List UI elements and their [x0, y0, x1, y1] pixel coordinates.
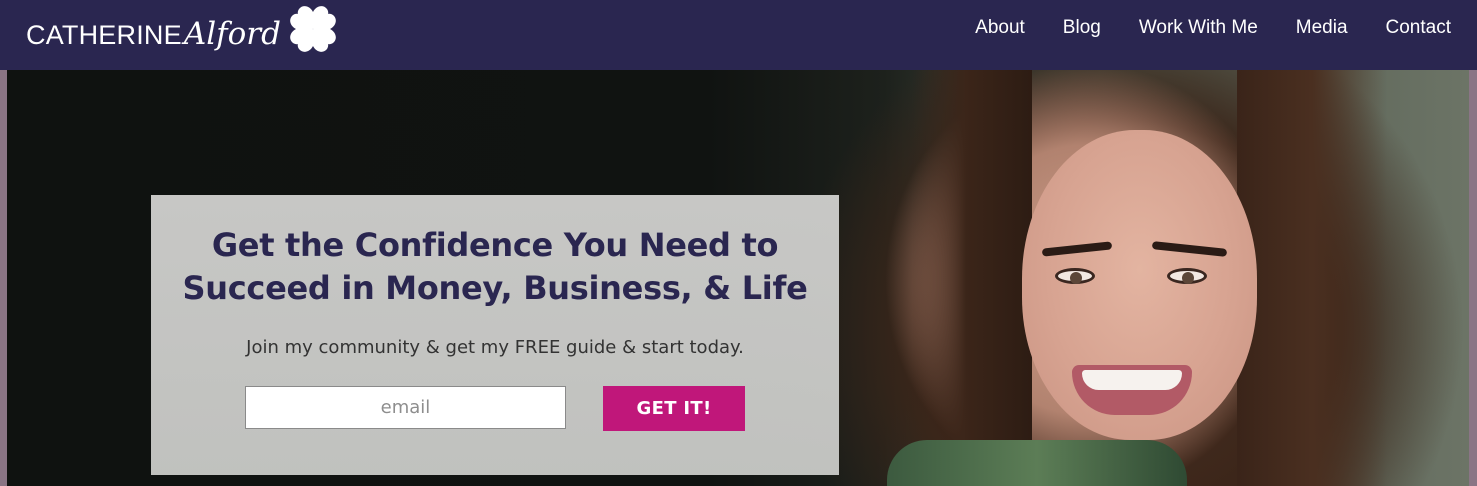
hero-photo-eye-left [1055, 268, 1095, 284]
nav-media[interactable]: Media [1296, 17, 1348, 39]
logo-last-name: Alford [183, 16, 281, 52]
hero-headline: Get the Confidence You Need to Succeed i… [151, 224, 839, 310]
hero-subtext: Join my community & get my FREE guide & … [246, 337, 744, 358]
site-header: CATHERINE Alford About Blog Work With Me… [0, 0, 1477, 70]
hero-photo-hair-left [912, 70, 1032, 486]
hero-photo-teeth [1082, 370, 1182, 390]
clover-hearts-icon [290, 6, 336, 52]
main-nav: About Blog Work With Me Media Contact [937, 0, 1451, 56]
site-logo[interactable]: CATHERINE Alford [26, 0, 337, 70]
email-input[interactable] [245, 386, 566, 429]
nav-contact[interactable]: Contact [1386, 17, 1451, 39]
logo-first-name: CATHERINE [26, 19, 182, 50]
nav-work-with-me[interactable]: Work With Me [1139, 17, 1258, 39]
hero-photo-eye-right [1167, 268, 1207, 284]
signup-card: Get the Confidence You Need to Succeed i… [151, 195, 839, 475]
nav-blog[interactable]: Blog [1063, 17, 1101, 39]
hero-photo-shirt [887, 440, 1187, 486]
nav-about[interactable]: About [975, 17, 1025, 39]
hero-headline-line-1: Get the Confidence You Need to [211, 226, 779, 264]
get-it-button[interactable]: GET IT! [603, 386, 745, 431]
hero-photo-hair-right [1237, 70, 1387, 486]
hero-headline-line-2: Succeed in Money, Business, & Life [182, 269, 808, 307]
